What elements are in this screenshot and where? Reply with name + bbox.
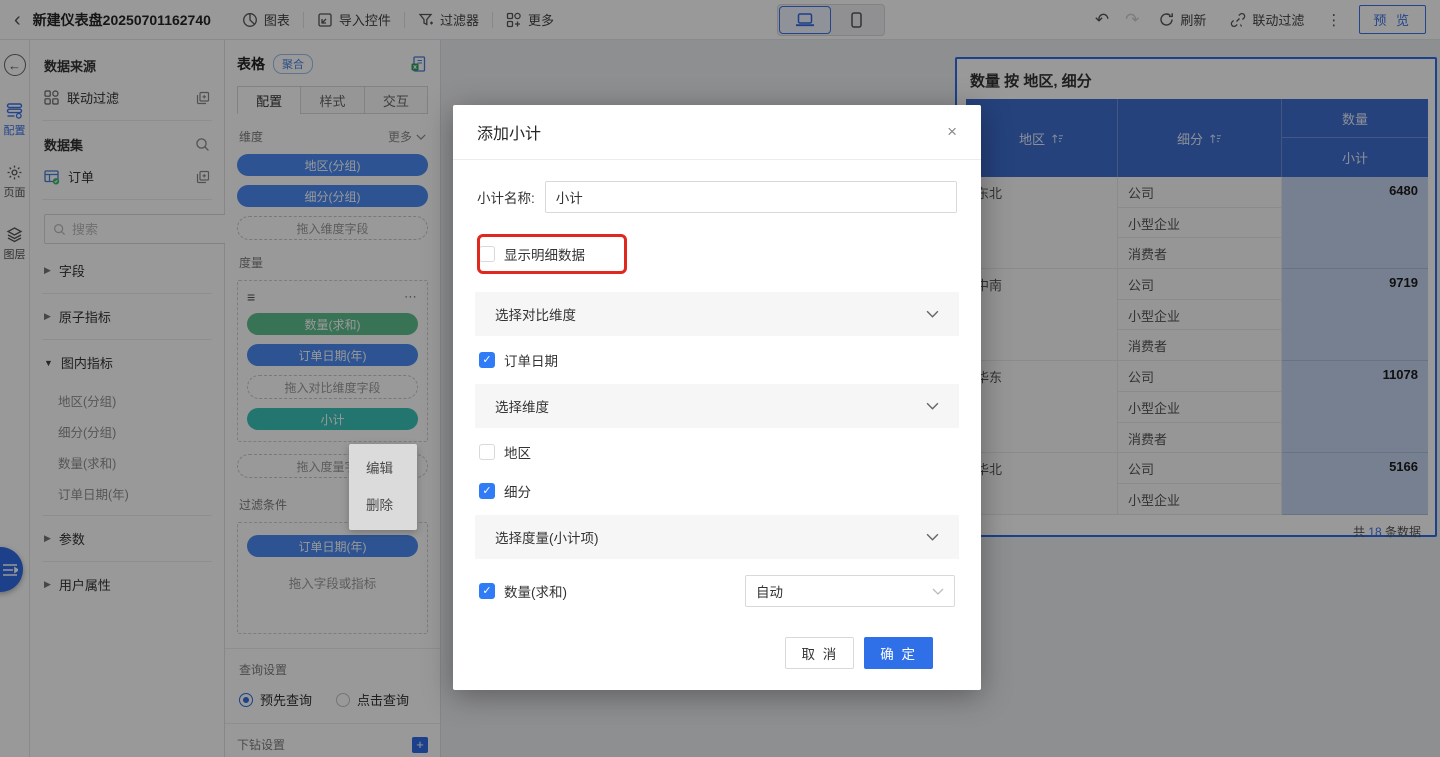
- ok-button[interactable]: 确 定: [864, 637, 933, 669]
- aggregation-value: 自动: [756, 581, 783, 601]
- orderdate-label: 订单日期: [504, 350, 558, 370]
- measure-option-quantity: 数量(求和) 自动: [477, 559, 957, 607]
- quantity-checkbox[interactable]: [479, 583, 495, 599]
- section-measures-label: 选择度量(小计项): [495, 527, 599, 547]
- subtotal-name-input[interactable]: [545, 181, 957, 213]
- cancel-button[interactable]: 取 消: [785, 637, 854, 669]
- dim-option-region: 地区: [477, 428, 957, 469]
- context-menu-delete[interactable]: 删除: [349, 487, 417, 524]
- quantity-label: 数量(求和): [504, 581, 567, 601]
- chevron-down-icon: [926, 402, 939, 410]
- compare-option-orderdate: 订单日期: [477, 336, 957, 384]
- region-checkbox[interactable]: [479, 444, 495, 460]
- region-label: 地区: [504, 442, 531, 462]
- add-subtotal-modal: 添加小计 × 小计名称: 显示明细数据 选择对比维度 订单日期 选择维度: [453, 105, 981, 690]
- section-dimensions-label: 选择维度: [495, 396, 549, 416]
- section-measures[interactable]: 选择度量(小计项): [475, 515, 959, 559]
- show-detail-checkbox[interactable]: [479, 246, 495, 262]
- section-compare-dimensions[interactable]: 选择对比维度: [475, 292, 959, 336]
- chevron-down-icon: [926, 310, 939, 318]
- close-icon[interactable]: ×: [947, 122, 957, 142]
- dim-option-segment: 细分: [477, 469, 957, 515]
- subtotal-context-menu: 编辑 删除: [349, 444, 417, 530]
- modal-title: 添加小计: [477, 120, 541, 144]
- aggregation-select[interactable]: 自动: [745, 575, 955, 607]
- orderdate-checkbox[interactable]: [479, 352, 495, 368]
- context-menu-edit[interactable]: 编辑: [349, 450, 417, 487]
- chevron-down-icon: [926, 533, 939, 541]
- segment-checkbox[interactable]: [479, 483, 495, 499]
- chevron-down-icon: [932, 588, 944, 595]
- show-detail-row: 显示明细数据: [477, 234, 627, 274]
- section-compare-label: 选择对比维度: [495, 304, 576, 324]
- section-dimensions[interactable]: 选择维度: [475, 384, 959, 428]
- subtotal-name-label: 小计名称:: [477, 187, 535, 207]
- show-detail-label: 显示明细数据: [504, 244, 585, 264]
- segment-label: 细分: [504, 481, 531, 501]
